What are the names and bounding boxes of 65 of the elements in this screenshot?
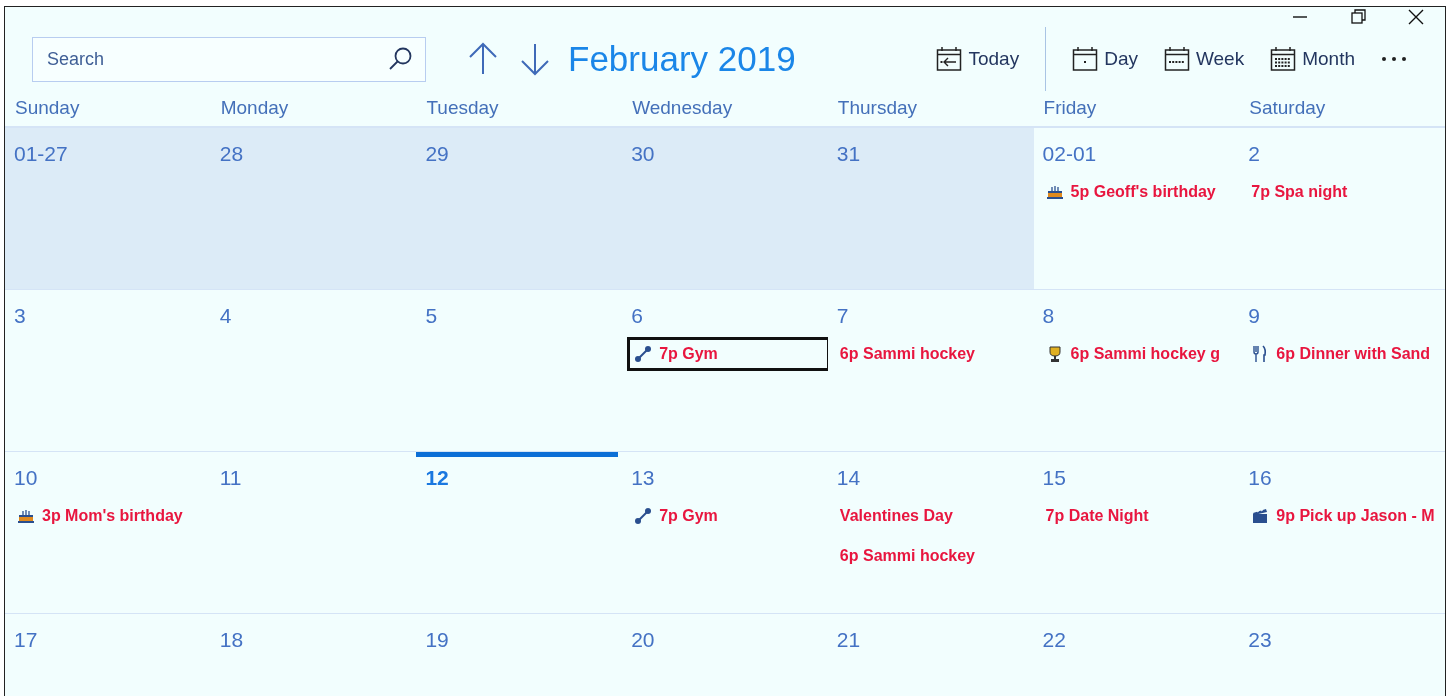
day-number: 3 xyxy=(14,302,26,329)
day-number: 7 xyxy=(836,302,849,329)
day-number: 02-01 xyxy=(1042,140,1097,167)
day-number: 19 xyxy=(425,626,449,653)
calendar-icon xyxy=(1163,46,1190,72)
calendar-event[interactable]: 9p Pick up Jason - M xyxy=(1244,499,1445,533)
calendar-event[interactable]: 6p Sammi hockey xyxy=(832,539,1034,573)
dumbbell-icon xyxy=(634,507,653,525)
calendar-event[interactable]: 6p Dinner with Sand xyxy=(1244,337,1445,371)
day-number: 30 xyxy=(631,140,655,167)
more-button[interactable] xyxy=(1381,55,1407,63)
calendar-event[interactable]: 7p Gym xyxy=(627,337,828,371)
weekday-label: Friday xyxy=(1043,97,1097,118)
day-number: 22 xyxy=(1042,626,1066,653)
weekday-label: Saturday xyxy=(1249,97,1326,118)
day-number: 14 xyxy=(836,464,861,491)
weekday-label: Wednesday xyxy=(632,97,733,118)
day-number: 01-27 xyxy=(14,140,68,167)
calendar-event[interactable]: 3p Mom's birthday xyxy=(10,499,211,533)
day-number: 28 xyxy=(219,140,244,167)
calendar-event[interactable]: 6p Sammi hockey g xyxy=(1038,337,1240,371)
day-number: 9 xyxy=(1248,302,1260,329)
month-title: February 2019 xyxy=(568,38,796,80)
month-button[interactable]: Month xyxy=(1270,44,1355,74)
calendar-icon xyxy=(1270,46,1297,72)
day-number: 18 xyxy=(219,626,244,653)
search-field[interactable]: Search xyxy=(32,36,426,82)
calendar-event[interactable]: 7p Spa night xyxy=(1244,175,1445,209)
day-number: 13 xyxy=(631,464,655,491)
weekday-label: Sunday xyxy=(15,97,80,118)
day-number: 2 xyxy=(1248,140,1260,167)
weekday-label: Tuesday xyxy=(426,97,499,118)
day-number: 23 xyxy=(1248,626,1272,653)
day-number: 29 xyxy=(425,140,449,167)
search-icon[interactable] xyxy=(388,45,414,72)
up-arrow-button[interactable] xyxy=(468,42,498,76)
calendar-event[interactable]: 6p Sammi hockey xyxy=(832,337,1034,371)
day-number: 11 xyxy=(219,464,242,491)
day-number: 4 xyxy=(219,302,232,329)
day-number: 8 xyxy=(1042,302,1055,329)
calendar-event[interactable]: 5p Geoff's birthday xyxy=(1038,175,1240,209)
cake-icon xyxy=(17,507,35,525)
day-number: 12 xyxy=(425,464,449,491)
day-number: 16 xyxy=(1248,464,1272,491)
week-button[interactable]: Week xyxy=(1163,44,1245,74)
day-number: 15 xyxy=(1042,464,1066,491)
day-number: 5 xyxy=(425,302,438,329)
day-number: 17 xyxy=(14,626,38,653)
today-button[interactable]: Today xyxy=(936,44,1020,74)
weekday-label: Thursday xyxy=(837,97,918,118)
down-arrow-button[interactable] xyxy=(520,42,550,76)
cake-icon xyxy=(1045,183,1064,201)
day-number: 6 xyxy=(631,302,643,329)
clapperboard-icon xyxy=(1251,507,1270,525)
calendar-icon xyxy=(1072,46,1099,72)
dumbbell-icon xyxy=(634,345,653,363)
day-number: 21 xyxy=(836,626,861,653)
day-number: 20 xyxy=(631,626,655,653)
day-number: 31 xyxy=(836,140,861,167)
day-number: 10 xyxy=(14,464,38,491)
calendar-event[interactable]: Valentines Day xyxy=(832,499,1034,533)
calendar-event[interactable]: 7p Gym xyxy=(627,499,828,533)
day-button[interactable]: Day xyxy=(1072,44,1138,74)
calendar-event[interactable]: 7p Date Night xyxy=(1038,499,1240,533)
weekday-label: Monday xyxy=(220,97,289,118)
